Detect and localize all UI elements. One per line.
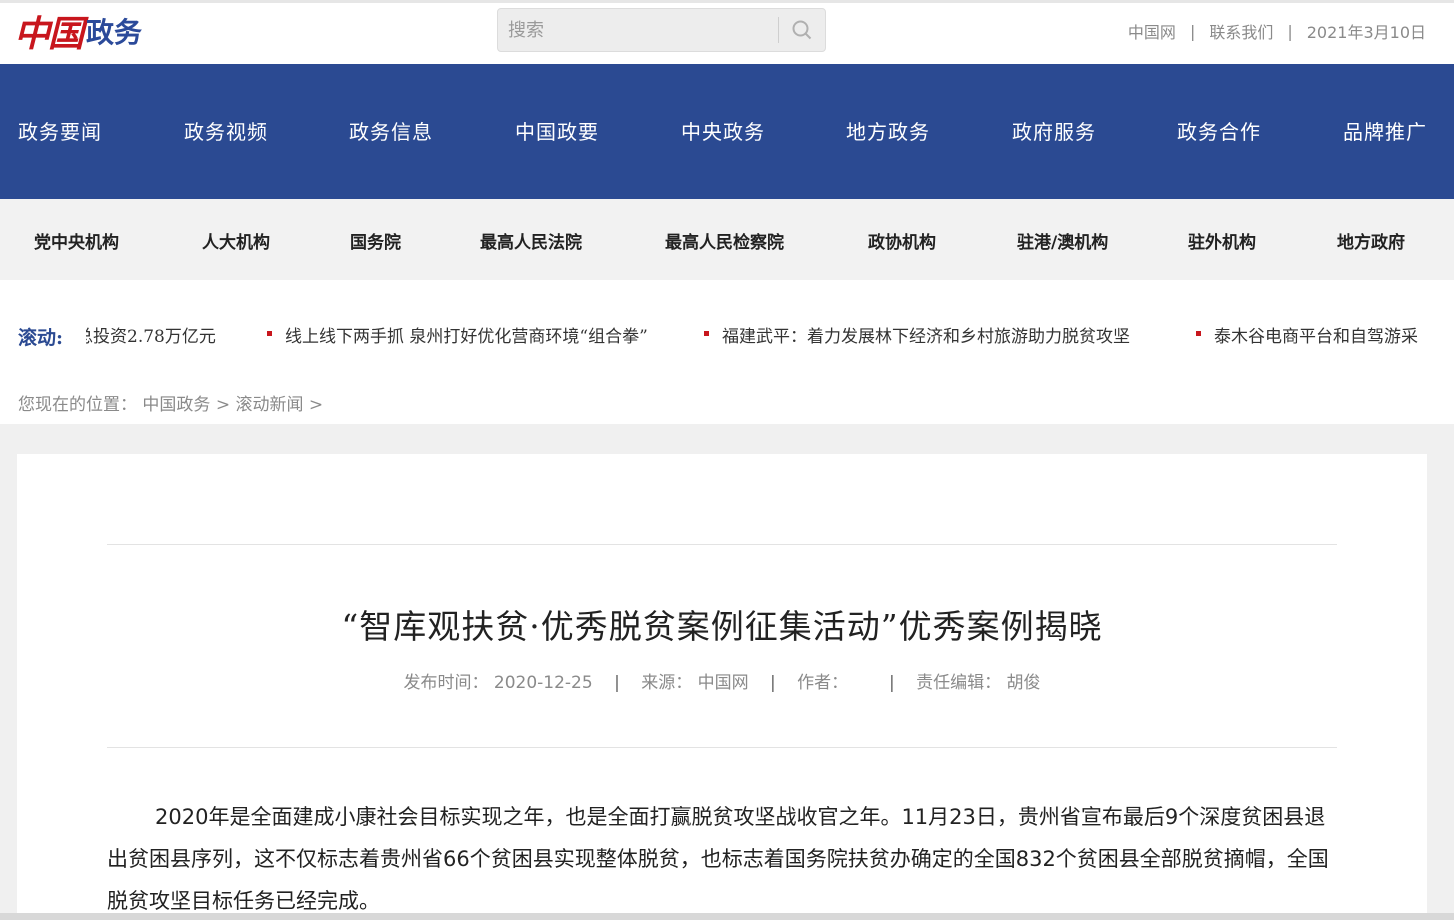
search-icon xyxy=(792,20,812,40)
main-nav: 政务要闻 政务视频 政务信息 中国政要 中央政务 地方政务 政府服务 政务合作 … xyxy=(0,64,1454,199)
sub-nav: 党中央机构 人大机构 国务院 最高人民法院 最高人民检察院 政协机构 驻港/澳机… xyxy=(0,199,1454,280)
breadcrumb-sep: > xyxy=(308,395,324,415)
breadcrumb: 您现在的位置： 中国政务 > 滚动新闻 > xyxy=(18,390,323,415)
sub-nav-item[interactable]: 驻港/澳机构 xyxy=(1017,228,1108,253)
editor-label: 责任编辑： xyxy=(916,673,1002,693)
separator: | xyxy=(614,673,620,693)
logo-mark: 中国 xyxy=(14,13,84,55)
separator: | xyxy=(888,673,895,693)
ticker-label: 滚动: xyxy=(18,327,64,349)
article-meta: 发布时间： 2020-12-25 | 来源： 中国网 | 作者： | 责任编辑：… xyxy=(17,668,1427,693)
ticker-window: 总投资2.78万亿元 线上线下两手抓 泉州打好优化营商环境“组合拳” 福建武平：… xyxy=(86,322,1436,350)
link-china-net[interactable]: 中国网 xyxy=(1128,19,1176,43)
article-title: “智库观扶贫·优秀脱贫案例征集活动”优秀案例揭晓 xyxy=(341,607,1103,646)
main-nav-item[interactable]: 地方政务 xyxy=(846,116,930,145)
ticker-bullet xyxy=(1196,331,1201,336)
bottom-scrollbar-track xyxy=(0,913,1454,920)
search-box xyxy=(497,8,826,52)
sub-nav-item[interactable]: 最高人民法院 xyxy=(480,228,582,253)
ticker-item[interactable]: 福建武平：着力发展林下经济和乡村旅游助力脱贫攻坚 xyxy=(722,322,1130,347)
publish-date: 2020-12-25 xyxy=(493,673,593,693)
sub-nav-item[interactable]: 最高人民检察院 xyxy=(665,228,784,253)
link-contact-us[interactable]: 联系我们 xyxy=(1209,19,1273,43)
main-nav-item[interactable]: 政务信息 xyxy=(349,116,433,145)
breadcrumb-item[interactable]: 滚动新闻 xyxy=(235,395,303,415)
main-nav-item[interactable]: 政务视频 xyxy=(184,116,268,145)
sub-nav-item[interactable]: 人大机构 xyxy=(202,228,270,253)
separator: | xyxy=(1189,21,1196,41)
sub-nav-item[interactable]: 党中央机构 xyxy=(34,228,119,253)
article-paragraph: 2020年是全面建成小康社会目标实现之年，也是全面打赢脱贫攻坚战收官之年。11月… xyxy=(107,805,1329,913)
author-label: 作者： xyxy=(797,673,849,693)
divider xyxy=(107,544,1337,545)
breadcrumb-sep: > xyxy=(215,395,231,415)
site-logo[interactable]: 中国 政务 xyxy=(14,7,142,55)
ticker-bullet xyxy=(267,331,272,336)
sub-nav-item[interactable]: 驻外机构 xyxy=(1188,228,1256,253)
search-button[interactable] xyxy=(779,9,825,51)
article-card: “智库观扶贫·优秀脱贫案例征集活动”优秀案例揭晓 发布时间： 2020-12-2… xyxy=(17,454,1427,920)
ticker-item[interactable]: 泰木谷电商平台和自驾游采 xyxy=(1214,322,1418,347)
source-value: 中国网 xyxy=(697,673,749,693)
sub-nav-item[interactable]: 国务院 xyxy=(350,228,401,253)
ticker-item[interactable]: 总投资2.78万亿元 xyxy=(86,322,216,347)
ticker-bullet xyxy=(704,331,709,336)
main-nav-item[interactable]: 品牌推广 xyxy=(1343,116,1427,145)
publish-label: 发布时间： xyxy=(403,673,489,693)
breadcrumb-prefix: 您现在的位置： xyxy=(18,395,137,415)
sub-nav-item[interactable]: 地方政府 xyxy=(1337,228,1405,253)
main-nav-item[interactable]: 中国政要 xyxy=(515,116,599,145)
divider xyxy=(107,747,1337,748)
news-ticker: 滚动: 总投资2.78万亿元 线上线下两手抓 泉州打好优化营商环境“组合拳” 福… xyxy=(0,300,1454,370)
main-nav-item[interactable]: 政府服务 xyxy=(1012,116,1096,145)
source-label: 来源： xyxy=(641,673,693,693)
logo-text: 政务 xyxy=(86,16,143,49)
breadcrumb-item[interactable]: 中国政务 xyxy=(142,395,210,415)
main-nav-item[interactable]: 政务要闻 xyxy=(18,116,102,145)
sub-nav-item[interactable]: 政协机构 xyxy=(868,228,936,253)
ticker-item[interactable]: 线上线下两手抓 泉州打好优化营商环境“组合拳” xyxy=(285,322,648,347)
search-input[interactable] xyxy=(498,9,778,51)
editor-value: 胡俊 xyxy=(1006,673,1041,693)
separator: | xyxy=(770,673,776,693)
main-nav-item[interactable]: 政务合作 xyxy=(1177,116,1261,145)
top-bar: 中国 政务 中国网 | 联系我们 | 2021年3月10日 xyxy=(0,0,1454,64)
top-links: 中国网 | 联系我们 | 2021年3月10日 xyxy=(1128,19,1426,43)
separator: | xyxy=(1287,21,1293,41)
main-nav-item[interactable]: 中央政务 xyxy=(681,116,765,145)
current-date: 2021年3月10日 xyxy=(1306,23,1426,42)
